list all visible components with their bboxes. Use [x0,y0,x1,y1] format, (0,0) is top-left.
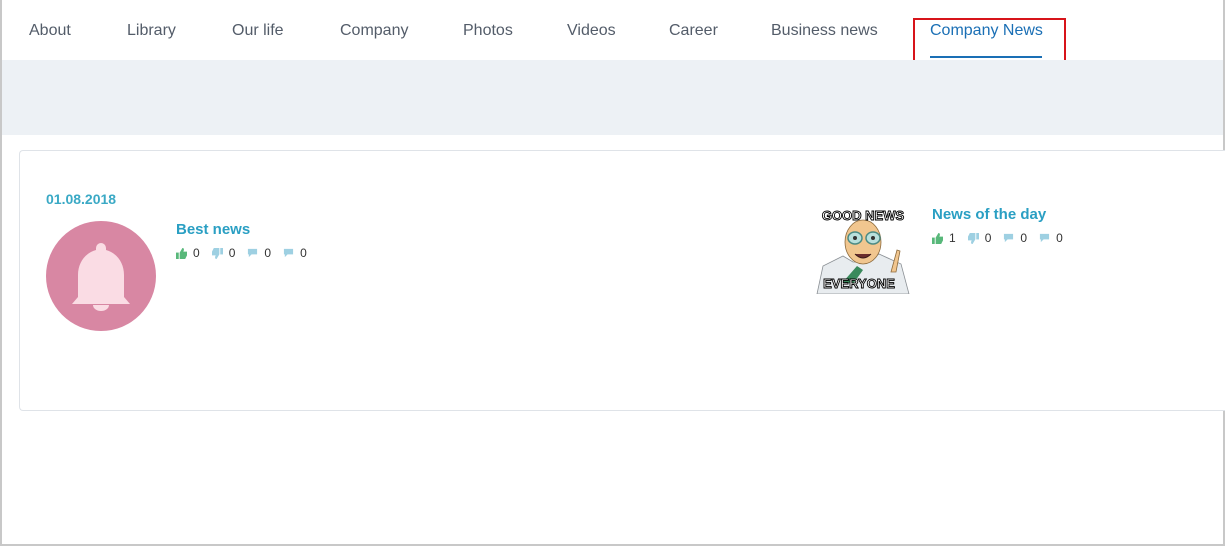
repost-count: 0 [1020,231,1028,245]
dislike-icon[interactable] [211,247,223,259]
dislike-count: 0 [984,231,992,245]
comment-count: 0 [300,246,307,260]
header-band [2,60,1223,135]
comment-icon[interactable] [283,248,294,259]
dislike-icon[interactable] [967,232,979,244]
dislike-count: 0 [228,246,236,260]
tab-photos[interactable]: Photos [463,22,513,40]
tab-about[interactable]: About [29,22,71,40]
bell-icon [72,243,130,311]
repost-icon[interactable] [1003,233,1014,244]
meme-text-top: GOOD NEWS [822,208,905,223]
repost-count: 0 [264,246,272,260]
comment-icon[interactable] [1039,233,1050,244]
comment-count: 0 [1056,231,1063,245]
meme-text-bottom: EVERYONE [823,276,895,291]
tab-library[interactable]: Library [127,22,176,40]
news-stats: 0 0 0 0 [176,246,319,260]
news-title-news-of-the-day[interactable]: News of the day [932,206,1046,223]
news-stats: 1 0 0 0 [932,231,1075,245]
tab-company[interactable]: Company [340,22,408,40]
news-title-best-news[interactable]: Best news [176,221,250,238]
news-avatar[interactable] [46,221,156,331]
news-card [19,150,1225,411]
like-icon[interactable] [932,232,943,244]
like-count: 0 [193,246,200,260]
like-count: 1 [949,231,956,245]
news-date: 01.08.2018 [46,191,117,207]
tab-business-news[interactable]: Business news [771,22,878,40]
tab-career[interactable]: Career [669,22,718,40]
like-icon[interactable] [176,247,187,259]
tab-videos[interactable]: Videos [567,22,616,40]
news-image[interactable]: GOOD NEWS EVERYONE [813,204,913,295]
repost-icon[interactable] [247,248,258,259]
tab-our-life[interactable]: Our life [232,22,284,40]
meme-image: GOOD NEWS EVERYONE [813,204,913,295]
